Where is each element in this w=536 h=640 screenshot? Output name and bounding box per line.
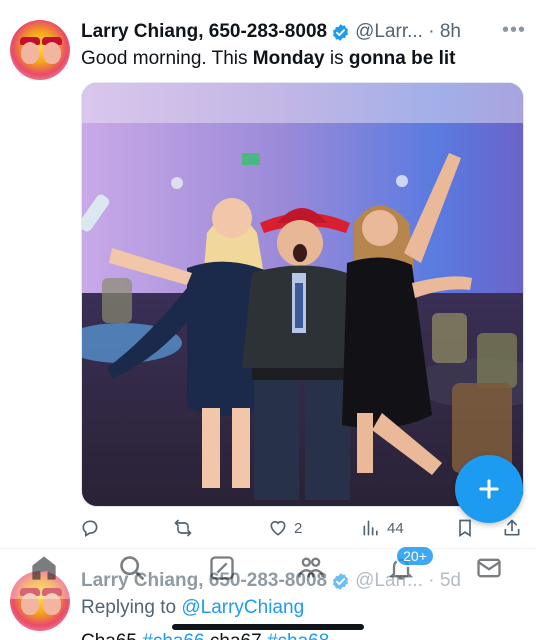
tweet-text-part: Good morning. This [81,48,253,69]
communities-icon [210,556,234,580]
bookmark-icon [459,519,471,538]
share-icon [504,519,520,536]
replying-to-link[interactable]: @LarryChiang [181,597,304,618]
tweet-text-bold: Monday [252,48,325,69]
more-horizontal-icon[interactable]: ••• [502,20,526,40]
like-count: 2 [294,519,303,537]
home-icon [32,556,56,580]
views-count: 44 [387,519,404,537]
reply-icon [82,520,98,537]
retweet-button[interactable] [173,518,199,538]
tweet-text-part: cha67 [205,631,267,640]
people-icon [298,557,324,578]
home-indicator[interactable] [172,624,364,630]
heart-icon [270,520,286,536]
handle-and-time[interactable]: @Larr... · 8h [355,21,461,43]
tweet-actions: 2 44 [0,512,536,544]
hashtag-link[interactable]: #cha68 [267,631,329,640]
tab-search[interactable] [117,553,147,583]
views-icon [363,520,378,536]
notification-badge: 20+ [395,545,435,567]
like-button[interactable]: 2 [268,518,302,538]
bookmark-button[interactable] [455,518,475,538]
tweet-text-part: Cha65 [81,631,142,640]
face-shape [21,42,39,64]
tweet-text-part: is [324,48,349,69]
tab-people[interactable] [296,553,326,583]
verified-badge-icon [333,23,349,41]
reply-button[interactable] [80,518,106,538]
author-name[interactable]: Larry Chiang, 650-283-8008 [81,21,327,43]
search-icon [120,556,144,580]
bottom-tab-bar [0,549,536,599]
tweet-text-bold: gonna be lit [348,48,456,69]
compose-button[interactable] [455,455,523,523]
tweet-text: Cha65 #cha66 cha67 #cha68 [81,631,329,640]
tab-home[interactable] [29,553,59,583]
tweet-text: Good morning. This Monday is gonna be li… [81,48,455,70]
party-photo-illustration [82,83,523,506]
retweet-icon [174,519,192,537]
avatar[interactable] [10,20,70,80]
share-button[interactable] [502,518,522,538]
tweet-photo[interactable] [81,82,524,507]
tab-messages[interactable] [474,553,504,583]
face-shape [43,42,61,64]
mail-icon [477,558,501,578]
tweet[interactable]: Larry Chiang, 650-283-8008 @Larr... · 8h… [0,0,536,548]
plus-icon [479,479,499,499]
tweet-header: Larry Chiang, 650-283-8008 @Larr... · 8h [81,20,461,44]
replying-to: Replying to @LarryChiang [81,597,304,619]
replying-to-prefix: Replying to [81,597,182,618]
views-button[interactable]: 44 [361,518,404,538]
tab-communities[interactable] [207,553,237,583]
hashtag-link[interactable]: #cha66 [142,631,204,640]
